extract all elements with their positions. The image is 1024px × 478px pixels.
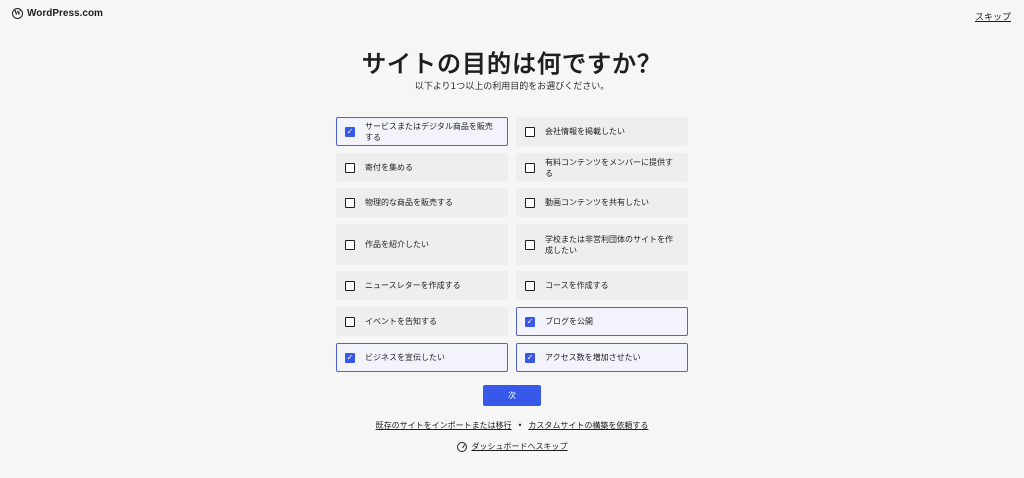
option-label: 会社情報を掲載したい [545, 127, 625, 136]
dashboard-skip[interactable]: ダッシュボードへスキップ [0, 441, 1024, 452]
checkbox-checked[interactable]: ✓ [345, 126, 355, 137]
checkbox-checked[interactable]: ✓ [345, 352, 355, 363]
logo-text: WordPress.com [27, 8, 103, 19]
checkbox[interactable] [525, 280, 535, 291]
option-publish-blog[interactable]: ✓ ブログを公開 [516, 307, 688, 336]
option-label: イベントを告知する [365, 317, 437, 326]
option-label: 有料コンテンツをメンバーに提供する [545, 157, 673, 178]
wordpress-logo[interactable]: W WordPress.com [12, 8, 103, 19]
footer-links: 既存のサイトをインポートまたは移行 • カスタムサイトの構築を依頼する [0, 420, 1024, 431]
option-label: 学校または非営利団体のサイトを作成したい [545, 234, 673, 255]
checkbox[interactable] [345, 239, 355, 250]
checkbox[interactable] [525, 239, 535, 250]
option-sell-physical[interactable]: 物理的な商品を販売する [336, 188, 508, 217]
checkbox[interactable] [345, 162, 355, 173]
import-site-link[interactable]: 既存のサイトをインポートまたは移行 [376, 420, 512, 431]
next-button[interactable]: 次 [483, 385, 541, 406]
wordpress-w-icon: W [12, 8, 23, 19]
option-school-nonprofit[interactable]: 学校または非営利団体のサイトを作成したい [516, 224, 688, 265]
option-label: ブログを公開 [545, 317, 593, 326]
option-label: 動画コンテンツを共有したい [545, 198, 649, 207]
checkbox[interactable] [525, 162, 535, 173]
checkbox-checked[interactable]: ✓ [525, 316, 535, 327]
option-label: 作品を紹介したい [365, 240, 429, 249]
option-sell-services[interactable]: ✓ サービスまたはデジタル商品を販売する [336, 117, 508, 146]
dashboard-skip-link[interactable]: ダッシュボードへスキップ [472, 441, 568, 452]
option-label: ビジネスを宣伝したい [365, 353, 445, 362]
option-showcase-work[interactable]: 作品を紹介したい [336, 224, 508, 265]
option-newsletter[interactable]: ニュースレターを作成する [336, 271, 508, 300]
option-share-videos[interactable]: 動画コンテンツを共有したい [516, 188, 688, 217]
checkbox[interactable] [345, 316, 355, 327]
checkbox[interactable] [525, 197, 535, 208]
option-donations[interactable]: 寄付を集める [336, 153, 508, 182]
option-paid-content[interactable]: 有料コンテンツをメンバーに提供する [516, 153, 688, 182]
page-title: サイトの目的は何ですか？ [362, 49, 662, 78]
option-label: コースを作成する [545, 281, 609, 290]
top-bar: W WordPress.com スキップ [0, 0, 1024, 30]
dashboard-gauge-icon [456, 441, 467, 452]
page-subtitle: 以下より1つ以上の利用目的をお選びください。 [414, 82, 610, 92]
option-announce-events[interactable]: イベントを告知する [336, 307, 508, 336]
option-label: アクセス数を増加させたい [545, 353, 641, 362]
option-label: ニュースレターを作成する [365, 281, 461, 290]
checkbox[interactable] [525, 126, 535, 137]
link-separator: • [517, 421, 523, 430]
skip-link[interactable]: スキップ [975, 10, 1011, 23]
option-create-course[interactable]: コースを作成する [516, 271, 688, 300]
checkbox[interactable] [345, 197, 355, 208]
checkbox[interactable] [345, 280, 355, 291]
option-promote-business[interactable]: ✓ ビジネスを宣伝したい [336, 343, 508, 372]
option-label: 物理的な商品を販売する [365, 198, 453, 207]
custom-site-link[interactable]: カスタムサイトの構築を依頼する [528, 420, 648, 431]
option-grow-traffic[interactable]: ✓ アクセス数を増加させたい [516, 343, 688, 372]
checkbox-checked[interactable]: ✓ [525, 352, 535, 363]
option-label: サービスまたはデジタル商品を販売する [365, 121, 493, 142]
option-company-info[interactable]: 会社情報を掲載したい [516, 117, 688, 146]
option-label: 寄付を集める [365, 163, 413, 172]
